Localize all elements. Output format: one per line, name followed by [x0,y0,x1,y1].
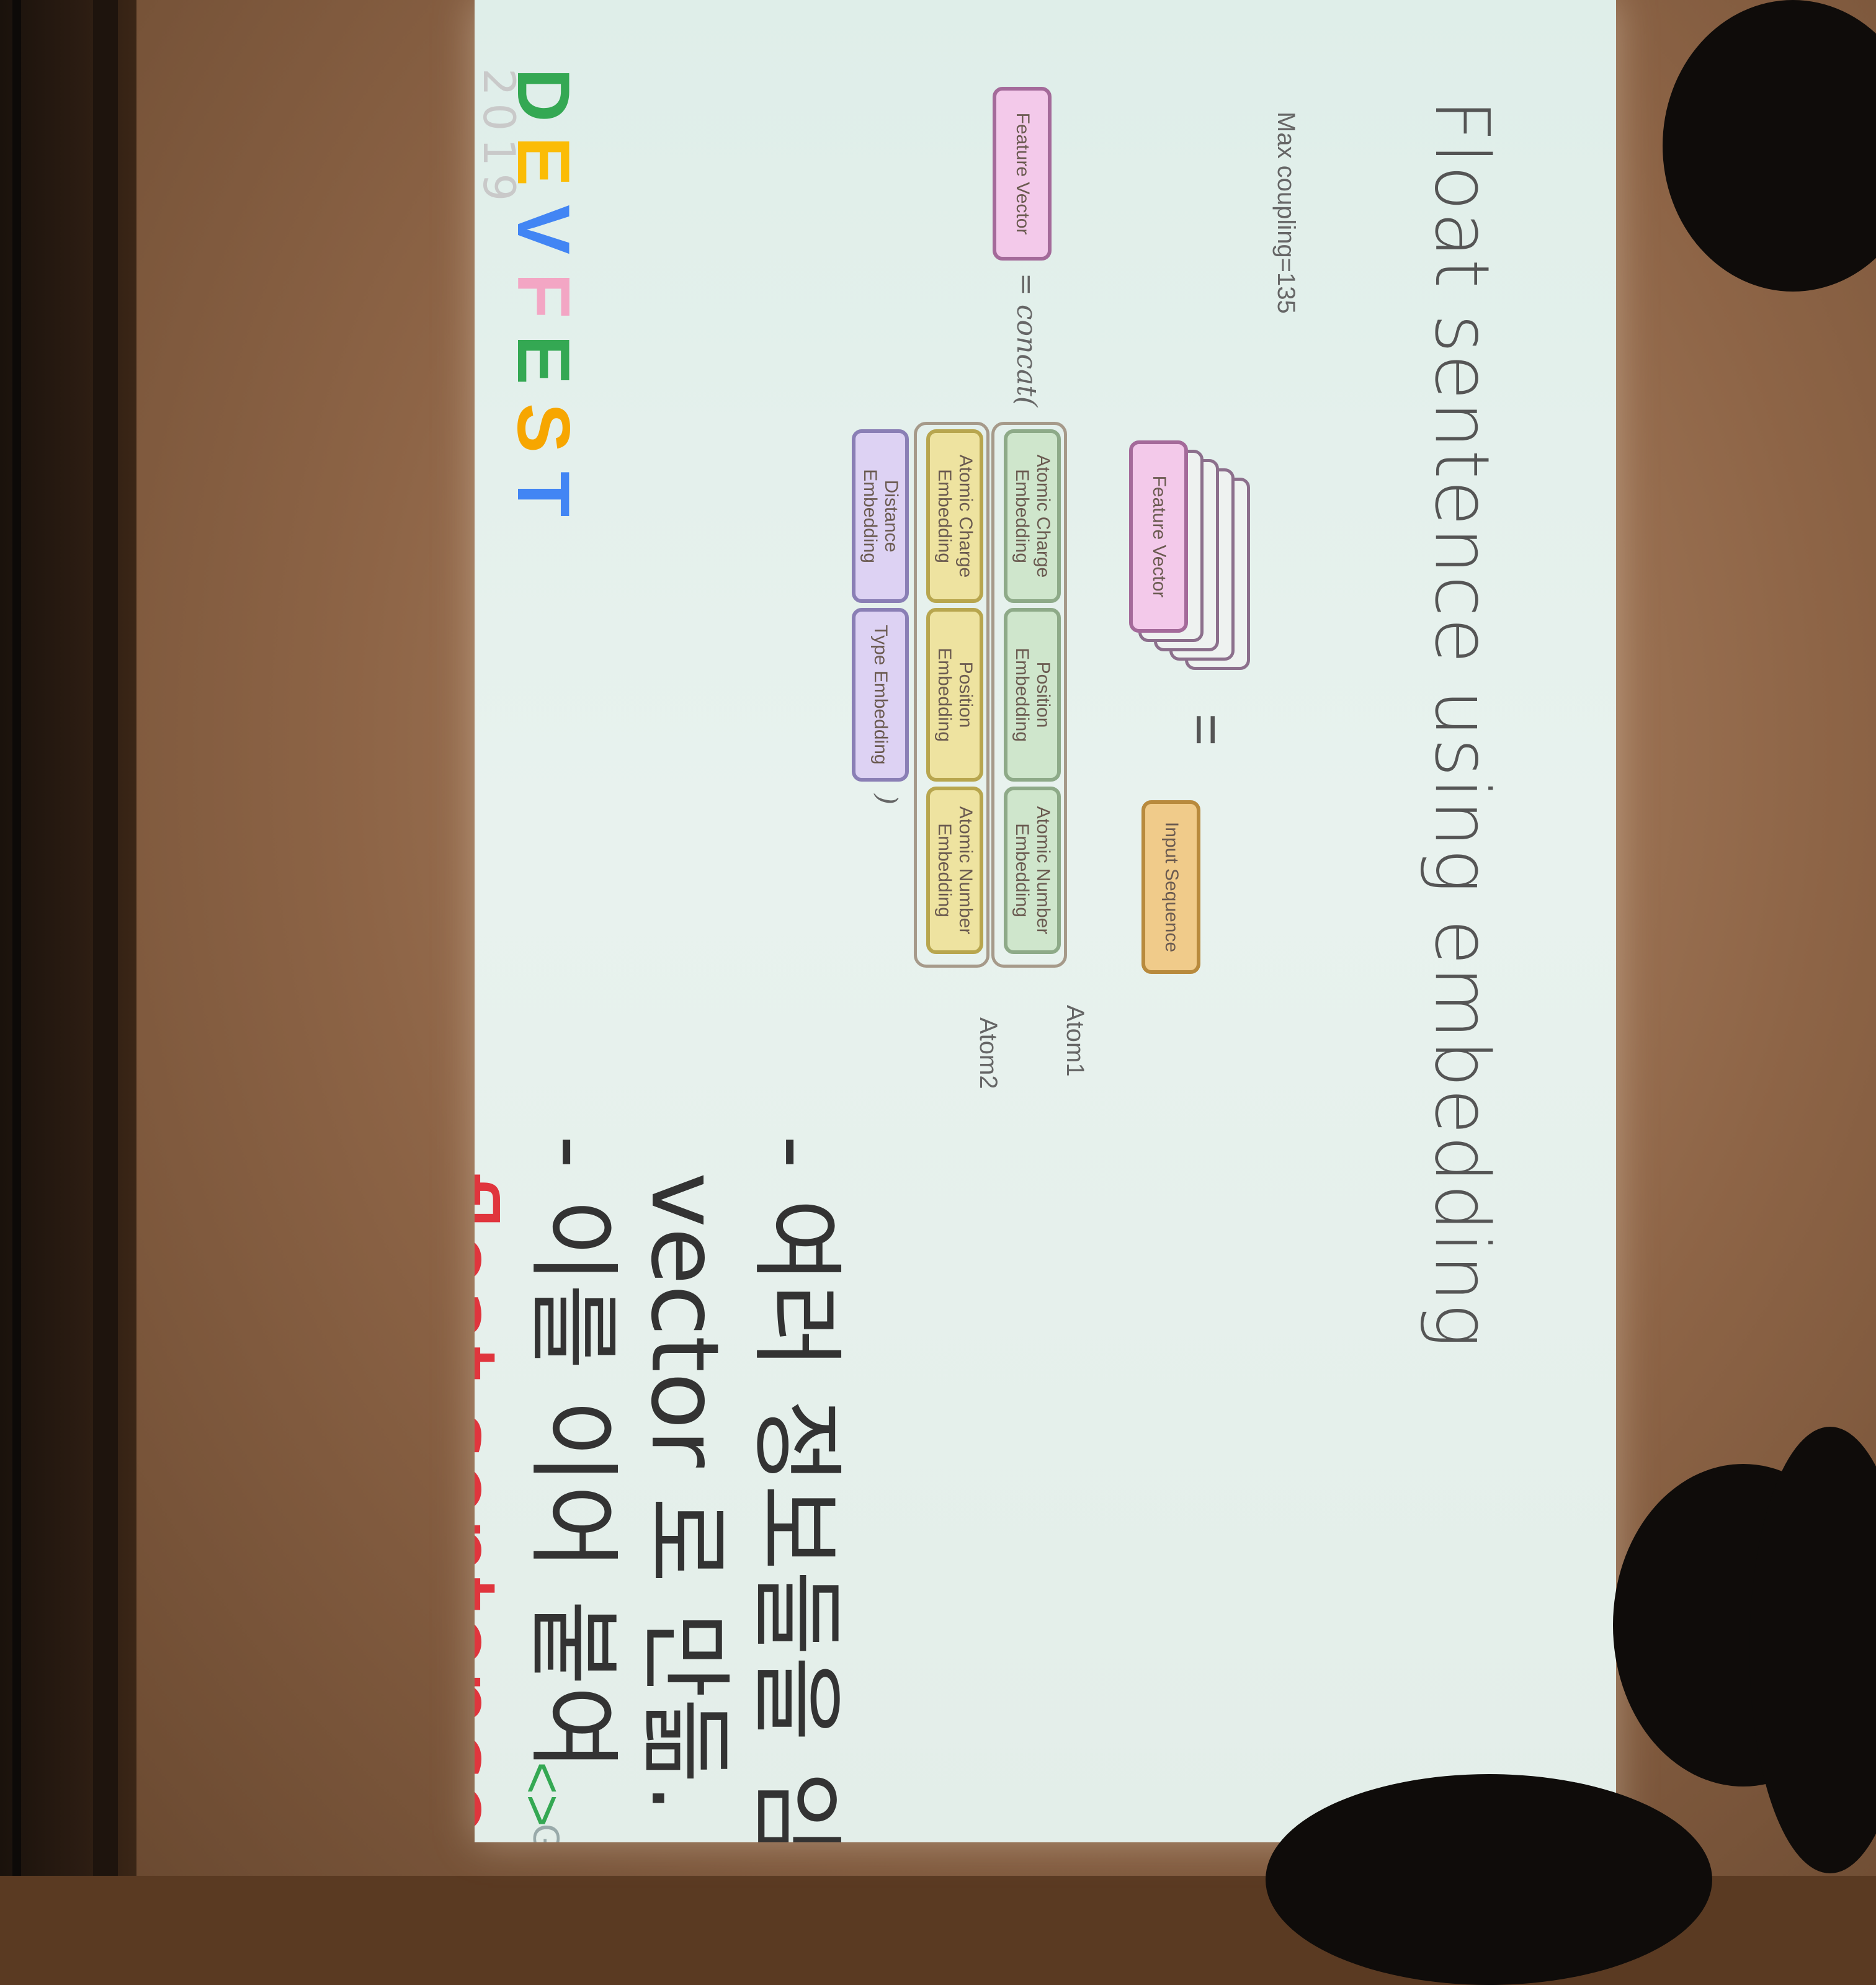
gdg-chevron-icon: <> [511,1762,573,1827]
bullet-line-4-rest: 생성. [475,1837,515,1842]
atom1-label: Atom1 [1061,1005,1089,1077]
feature-vector-box: Feature Vector [993,87,1052,261]
atom2-position-embedding: Position Embedding [926,608,983,782]
logo-letter-t: T [502,471,585,517]
audience-head-bottom [1266,1774,1712,1985]
concat-close-paren: ) [871,794,903,805]
max-coupling-label: Max coupling=135 [1272,112,1300,314]
type-embedding: Type Embedding [852,608,909,782]
atom2-number-embedding: Atomic Number Embedding [926,787,983,954]
wall-rail [12,0,21,1876]
atom2-label: Atom2 [975,1017,1002,1089]
projected-slide: Float sentence using embedding Max coupl… [475,0,1616,1842]
input-sequence-box: Input Sequence [1141,800,1200,974]
logo-letter-e2: E [502,335,585,385]
distance-embedding: Distance Embedding [852,429,909,603]
equals-sign: = [1175,713,1237,746]
embedding-diagram: Max coupling=135 Feature Vector = Input … [630,87,1324,1172]
slide-title: Float sentence using embedding [1418,99,1504,1349]
slide-content: Float sentence using embedding Max coupl… [475,0,1616,1842]
float-sentence-highlight: float sentence [475,1172,515,1837]
logo-letter-v: V [502,205,585,255]
devfest-logo: D E V F E S T 2019 [475,68,586,751]
logo-letter-s: S [502,403,585,453]
gdg-logo-text: GDG S [525,1824,568,1842]
logo-year: 2019 [475,68,524,209]
stack-feature-vector-box: Feature Vector [1129,440,1188,633]
bullet-line-4: float sentence 생성. [475,1172,537,1842]
atom1-position-embedding: Position Embedding [1004,608,1061,782]
atom1-charge-embedding: Atomic Charge Embedding [1004,429,1061,603]
logo-letter-f: F [502,273,585,319]
concat-expression: = concat( [1011,273,1042,408]
atom1-number-embedding: Atomic Number Embedding [1004,787,1061,954]
atom2-charge-embedding: Atomic Charge Embedding [926,429,983,603]
wall-rail-secondary [93,0,118,1876]
